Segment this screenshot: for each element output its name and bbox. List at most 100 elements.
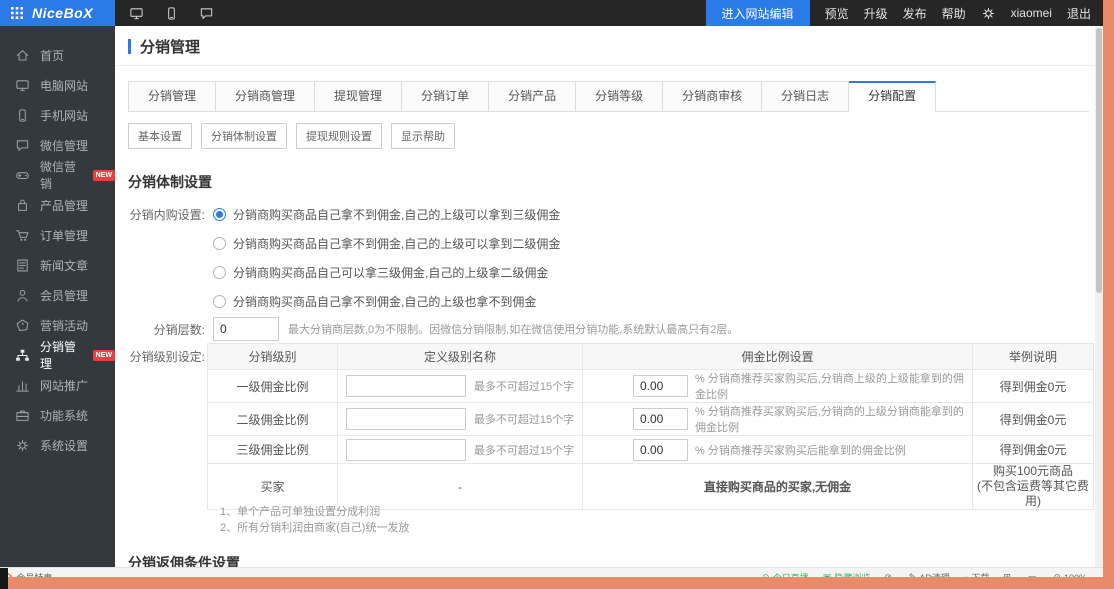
apps-grid-icon[interactable]	[11, 7, 23, 19]
chart-icon	[15, 378, 30, 393]
sub-setting-button[interactable]: 提现规则设置	[296, 123, 382, 149]
enter-site-editor-button[interactable]: 进入网站编辑	[706, 0, 810, 26]
radio-option-label[interactable]: 分销商购买商品自己拿不到佣金,自己的上级可以拿到三级佣金	[233, 206, 560, 223]
tab[interactable]: 分销商审核	[663, 81, 762, 112]
tab[interactable]: 分销等级	[576, 81, 663, 112]
level-name-input[interactable]	[346, 439, 466, 461]
top-bar: NiceBoX 进入网站编辑 预览 升级 发布 帮助 xiaomei 退出	[0, 0, 1103, 26]
tab[interactable]: 分销管理	[128, 81, 216, 112]
title-divider	[115, 65, 1095, 66]
gamepad-icon	[15, 168, 30, 183]
note-line: 1、单个产品可单独设置分成利润	[220, 504, 409, 520]
levels-input[interactable]	[213, 317, 279, 341]
sidebar-item-chat[interactable]: 微信管理	[0, 130, 115, 160]
wechat-view-icon[interactable]	[199, 6, 214, 21]
sidebar-item-label: 分销管理	[40, 338, 83, 372]
radio-button[interactable]	[213, 266, 226, 279]
news-icon	[15, 258, 30, 273]
sidebar-item-label: 电脑网站	[40, 77, 88, 94]
name-cell: 最多不可超过15个字	[338, 370, 583, 403]
radio-option-label[interactable]: 分销商购买商品自己拿不到佣金,自己的上级可以拿到二级佣金	[233, 235, 560, 252]
main-content: 分销管理 分销管理分销商管理提现管理分销订单分销产品分销等级分销商审核分销日志分…	[115, 26, 1095, 567]
radio-row: 分销商购买商品自己拿不到佣金,自己的上级可以拿到二级佣金	[115, 235, 560, 252]
sidebar-item-mobile[interactable]: 手机网站	[0, 100, 115, 130]
sidebar-item-briefcase[interactable]: 功能系统	[0, 400, 115, 430]
sidebar-item-bag[interactable]: 产品管理	[0, 190, 115, 220]
sub-setting-button[interactable]: 基本设置	[128, 123, 192, 149]
grade-setting-label-row: 分销级别设定:	[115, 348, 205, 365]
sidebar-item-home[interactable]: 首页	[0, 40, 115, 70]
radio-button[interactable]	[213, 237, 226, 250]
example-cell: 得到佣金0元	[973, 370, 1094, 403]
sub-setting-button[interactable]: 分销体制设置	[201, 123, 287, 149]
radio-group-label: 分销内购设置:	[115, 206, 205, 223]
radio-button[interactable]	[213, 208, 226, 221]
rate-desc: % 分销商推荐买家购买后能拿到的佣金比例	[695, 442, 906, 458]
section-heading-system: 分销体制设置	[128, 172, 212, 192]
radio-row: 分销商购买商品自己拿不到佣金,自己的上级也拿不到佣金	[115, 293, 536, 310]
sidebar-item-gear[interactable]: 系统设置	[0, 430, 115, 460]
vertical-scrollbar[interactable]	[1095, 26, 1103, 567]
settings-gear-icon[interactable]	[981, 6, 996, 21]
mobile-view-icon[interactable]	[164, 6, 179, 21]
tab[interactable]: 分销商管理	[216, 81, 315, 112]
name-cell: 最多不可超过15个字	[338, 436, 583, 464]
sidebar-list: 首页 电脑网站 手机网站 微信管理 微信营销 NEW 产品管理 订单管理	[0, 26, 115, 460]
buyer-desc-cell: 直接购买商品的买家,无佣金	[583, 464, 973, 510]
upgrade-link[interactable]: 升级	[864, 5, 888, 22]
sidebar-item-sitemap[interactable]: 分销管理 NEW	[0, 340, 115, 370]
level-cell: 三级佣金比例	[208, 436, 338, 464]
level-name-input[interactable]	[346, 408, 466, 430]
sidebar-item-label: 首页	[40, 47, 64, 64]
desktop-view-icon[interactable]	[129, 6, 144, 21]
level-name-input[interactable]	[346, 375, 466, 397]
new-badge: NEW	[93, 350, 115, 361]
preview-link[interactable]: 预览	[825, 5, 849, 22]
publish-link[interactable]: 发布	[903, 5, 927, 22]
rate-input[interactable]	[633, 408, 688, 430]
desktop-corner-black	[0, 568, 8, 589]
level-cell: 二级佣金比例	[208, 403, 338, 436]
rate-input[interactable]	[633, 439, 688, 461]
levels-label: 分销层数:	[115, 321, 205, 338]
tab[interactable]: 提现管理	[315, 81, 402, 112]
logo-area[interactable]: NiceBoX	[0, 0, 115, 26]
sidebar-item-cart[interactable]: 订单管理	[0, 220, 115, 250]
briefcase-icon	[15, 408, 30, 423]
radio-option-label[interactable]: 分销商购买商品自己拿不到佣金,自己的上级也拿不到佣金	[233, 293, 536, 310]
logout-link[interactable]: 退出	[1067, 5, 1091, 22]
example-cell: 得到佣金0元	[973, 403, 1094, 436]
bag-icon	[15, 198, 30, 213]
sidebar-item-label: 会员管理	[40, 287, 88, 304]
help-link[interactable]: 帮助	[942, 5, 966, 22]
buyer-row: 买家 - 直接购买商品的买家,无佣金 购买100元商品 (不包含运费等其它费用)	[208, 464, 1094, 510]
sidebar-item-monitor[interactable]: 电脑网站	[0, 70, 115, 100]
buyer-example-cell: 购买100元商品 (不包含运费等其它费用)	[973, 464, 1094, 510]
tab[interactable]: 分销订单	[402, 81, 489, 112]
tab[interactable]: 分销产品	[489, 81, 576, 112]
radio-button[interactable]	[213, 295, 226, 308]
mobile-icon	[15, 108, 30, 123]
sidebar-item-label: 网站推广	[40, 377, 88, 394]
scrollbar-thumb[interactable]	[1096, 28, 1102, 293]
tab[interactable]: 分销日志	[762, 81, 849, 112]
sidebar-item-news[interactable]: 新闻文章	[0, 250, 115, 280]
buyer-level-cell: 买家	[208, 464, 338, 510]
radio-option-label[interactable]: 分销商购买商品自己可以拿三级佣金,自己的上级拿二级佣金	[233, 264, 548, 281]
sidebar-item-chart[interactable]: 网站推广	[0, 370, 115, 400]
rate-input[interactable]	[633, 375, 688, 397]
sub-setting-button[interactable]: 显示帮助	[391, 123, 455, 149]
sidebar-item-label: 微信管理	[40, 137, 88, 154]
tab-bar: 分销管理分销商管理提现管理分销订单分销产品分销等级分销商审核分销日志分销配置	[128, 81, 1089, 112]
username-label[interactable]: xiaomei	[1011, 6, 1052, 20]
level-cell: 一级佣金比例	[208, 370, 338, 403]
browser-window: NiceBoX 进入网站编辑 预览 升级 发布 帮助 xiaomei 退出 首页…	[0, 0, 1103, 589]
col-header-rate: 佣金比例设置	[583, 344, 973, 370]
tab[interactable]: 分销配置	[849, 81, 936, 112]
sidebar-item-tag[interactable]: 营销活动	[0, 310, 115, 340]
sidebar-item-user[interactable]: 会员管理	[0, 280, 115, 310]
sidebar-item-label: 订单管理	[40, 227, 88, 244]
sidebar-item-label: 手机网站	[40, 107, 88, 124]
topbar-right: 进入网站编辑 预览 升级 发布 帮助 xiaomei 退出	[706, 0, 1103, 26]
sidebar-item-gamepad[interactable]: 微信营销 NEW	[0, 160, 115, 190]
